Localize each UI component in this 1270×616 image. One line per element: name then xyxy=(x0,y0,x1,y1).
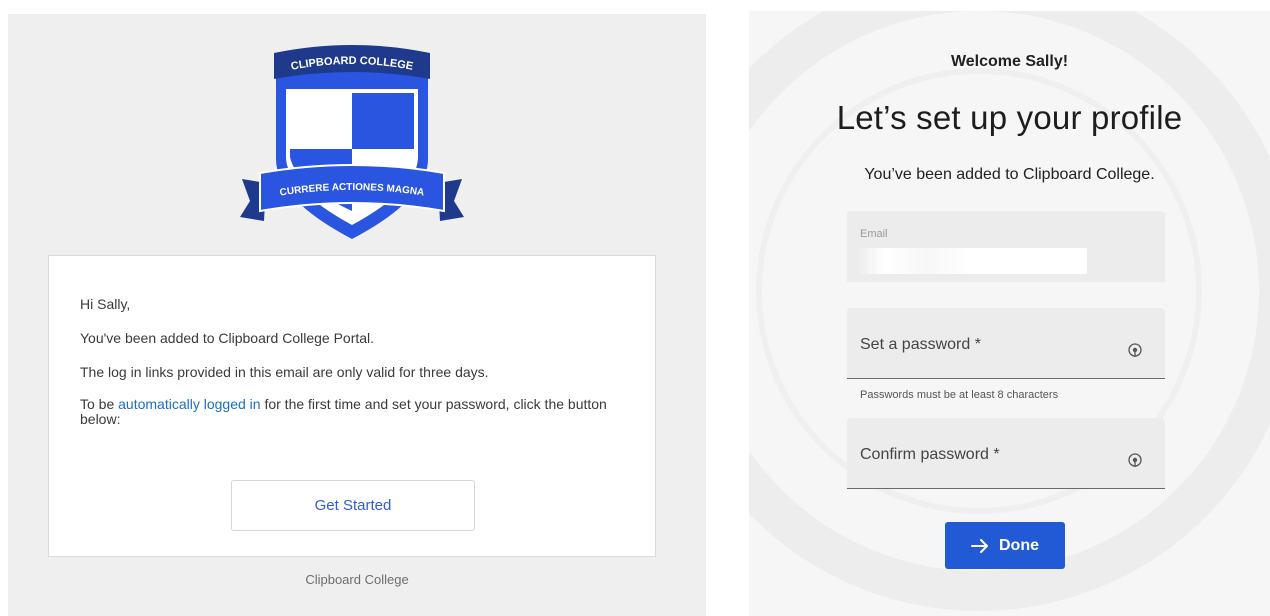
email-line-instructions: To be automatically logged in for the fi… xyxy=(80,397,640,427)
page-title: Let’s set up your profile xyxy=(836,99,1183,136)
profile-setup-panel: Welcome Sally! Let’s set up your profile… xyxy=(749,11,1270,616)
set-password-label: Set a password * xyxy=(860,336,981,353)
email-body-card: Hi Sally, You've been added to Clipboard… xyxy=(48,255,656,557)
email-footer: Clipboard College xyxy=(305,572,409,587)
instructions-text-start: To be xyxy=(80,396,119,412)
email-field: Email xyxy=(847,211,1165,282)
confirm-password-field[interactable]: Confirm password * xyxy=(847,418,1165,489)
auto-login-link[interactable]: automatically logged in xyxy=(118,396,260,412)
email-field-value-redacted xyxy=(857,248,1087,274)
done-button-label: Done xyxy=(999,536,1039,554)
set-password-field[interactable]: Set a password * xyxy=(847,308,1165,379)
eye-icon[interactable] xyxy=(1127,452,1143,468)
email-greeting: Hi Sally, xyxy=(80,296,131,312)
email-panel: CLIPBOARD COLLEGE CURRERE ACTIONES MAGNA… xyxy=(8,14,706,616)
done-button[interactable]: Done xyxy=(945,522,1065,569)
welcome-message: Welcome Sally! xyxy=(950,53,1069,70)
eye-icon[interactable] xyxy=(1127,342,1143,358)
arrow-right-icon xyxy=(971,538,988,553)
confirm-password-label: Confirm password * xyxy=(860,446,1000,463)
get-started-button[interactable]: Get Started xyxy=(231,480,475,531)
email-line-validity: The log in links provided in this email … xyxy=(80,364,489,380)
password-helper-text: Passwords must be at least 8 characters xyxy=(860,389,1059,401)
email-field-label: Email xyxy=(860,228,888,240)
clipboard-college-crest-logo: CLIPBOARD COLLEGE CURRERE ACTIONES MAGNA xyxy=(240,45,464,239)
email-line-added: You've been added to Clipboard College P… xyxy=(80,330,375,346)
page-subtitle: You’ve been added to Clipboard College. xyxy=(864,166,1155,183)
